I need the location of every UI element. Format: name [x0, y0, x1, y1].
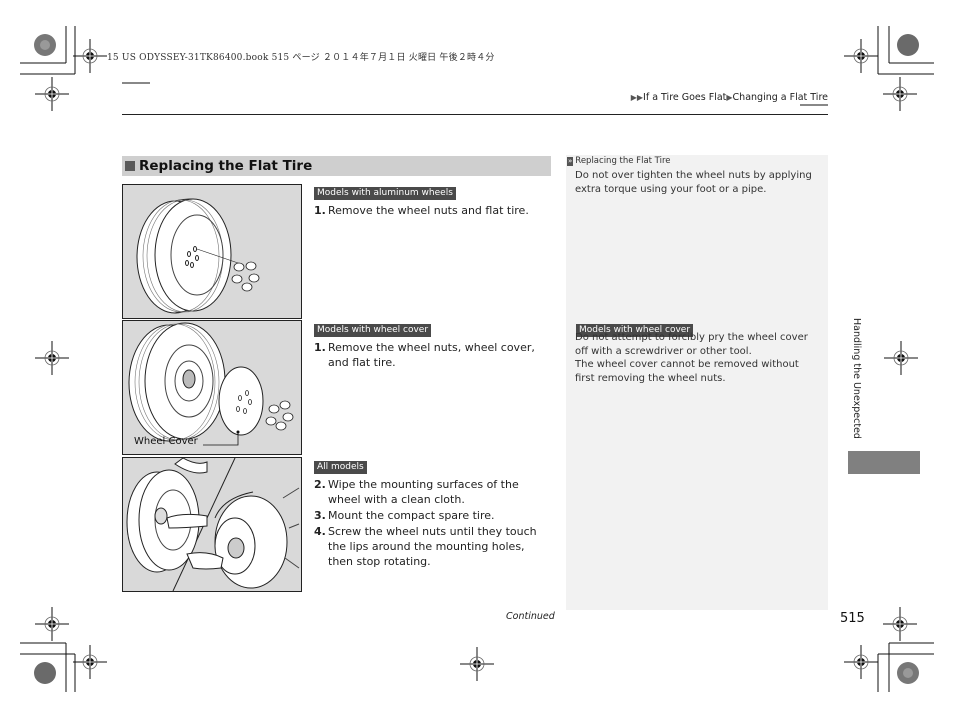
header-divider [122, 114, 828, 115]
model-tag: Models with wheel cover [314, 324, 432, 337]
side-notes-panel: » Replacing the Flat Tire Do not over ti… [566, 155, 828, 610]
step-text: Wipe the mounting surfaces of the wheel … [328, 478, 519, 506]
step-text: Mount the compact spare tire. [328, 509, 495, 522]
section-square-icon [125, 161, 135, 171]
reference-arrow-icon: » [567, 156, 574, 166]
step-item: 1. Remove the wheel nuts and flat tire. [314, 203, 550, 218]
registration-target-icon [459, 646, 495, 682]
step-item: 3. Mount the compact spare tire. [314, 508, 550, 523]
registration-target-icon [34, 340, 70, 376]
step-item: 1. Remove the wheel nuts, wheel cover, a… [314, 340, 550, 370]
step-number: 1. [314, 204, 326, 217]
side-panel-heading-text[interactable]: Replacing the Flat Tire [575, 156, 670, 166]
figure-mount-spare [122, 457, 302, 592]
step-number: 3. [314, 509, 326, 522]
page-number: 515 [840, 611, 865, 626]
note-overtighten: Do not over tighten the wheel nuts by ap… [575, 170, 812, 195]
step-text: Screw the wheel nuts until they touch th… [328, 525, 537, 568]
figure-wheel-cover: Wheel Cover [122, 320, 302, 455]
model-tag: Models with aluminum wheels [314, 187, 456, 200]
model-tag: All models [314, 461, 367, 474]
step-text: Remove the wheel nuts and flat tire. [328, 204, 529, 217]
procedure-block-wheel-cover: Models with wheel cover 1. Remove the wh… [314, 317, 550, 370]
registration-target-icon [882, 76, 918, 112]
tire-with-wheel-cover-illustration [128, 322, 294, 446]
chapter-tab[interactable] [848, 451, 920, 474]
breadcrumb-arrow-icon: ▶▶ [630, 93, 644, 102]
registration-target-icon [883, 340, 919, 376]
registration-target-icon [34, 76, 70, 112]
breadcrumb-item[interactable]: If a Tire Goes Flat [643, 92, 726, 103]
wipe-and-mount-illustration [126, 458, 300, 591]
step-number: 1. [314, 341, 326, 354]
color-disk-icon [34, 662, 56, 684]
printer-header: 15 US ODYSSEY-31TK86400.book 515 ページ ２０１… [107, 53, 495, 63]
breadcrumb: ▶▶If a Tire Goes Flat▶Changing a Flat Ti… [631, 92, 828, 103]
step-item: 2. Wipe the mounting surfaces of the whe… [314, 477, 550, 507]
section-title: Replacing the Flat Tire [139, 158, 313, 174]
procedure-block-all-models: All models 2. Wipe the mounting surfaces… [314, 454, 550, 569]
step-item: 4. Screw the wheel nuts until they touch… [314, 524, 550, 569]
chapter-label: Handling the Unexpected [851, 318, 862, 439]
step-text: Remove the wheel nuts, wheel cover, and … [328, 341, 535, 369]
color-disk-icon [897, 34, 919, 56]
registration-target-icon [882, 606, 918, 642]
section-heading: Replacing the Flat Tire [122, 156, 551, 176]
note-pry-cover: Do not attempt to forcibly pry the wheel… [575, 332, 808, 357]
registration-target-icon [34, 606, 70, 642]
registration-target-icon [72, 644, 108, 680]
wheel-cover-label: Wheel Cover [134, 436, 198, 447]
note-remove-nuts-first: The wheel cover cannot be removed withou… [575, 359, 799, 384]
figure-aluminum-wheel [122, 184, 302, 319]
registration-target-icon [72, 38, 108, 74]
registration-target-icon [843, 644, 879, 680]
step-number: 2. [314, 478, 326, 491]
step-number: 4. [314, 525, 326, 538]
tire-with-nuts-illustration [136, 198, 260, 314]
continued-label: Continued [506, 611, 555, 622]
procedure-block-aluminum: Models with aluminum wheels 1. Remove th… [314, 180, 550, 218]
side-panel-heading: » Replacing the Flat Tire [567, 156, 828, 166]
registration-target-icon [843, 38, 879, 74]
breadcrumb-item[interactable]: Changing a Flat Tire [733, 92, 828, 103]
